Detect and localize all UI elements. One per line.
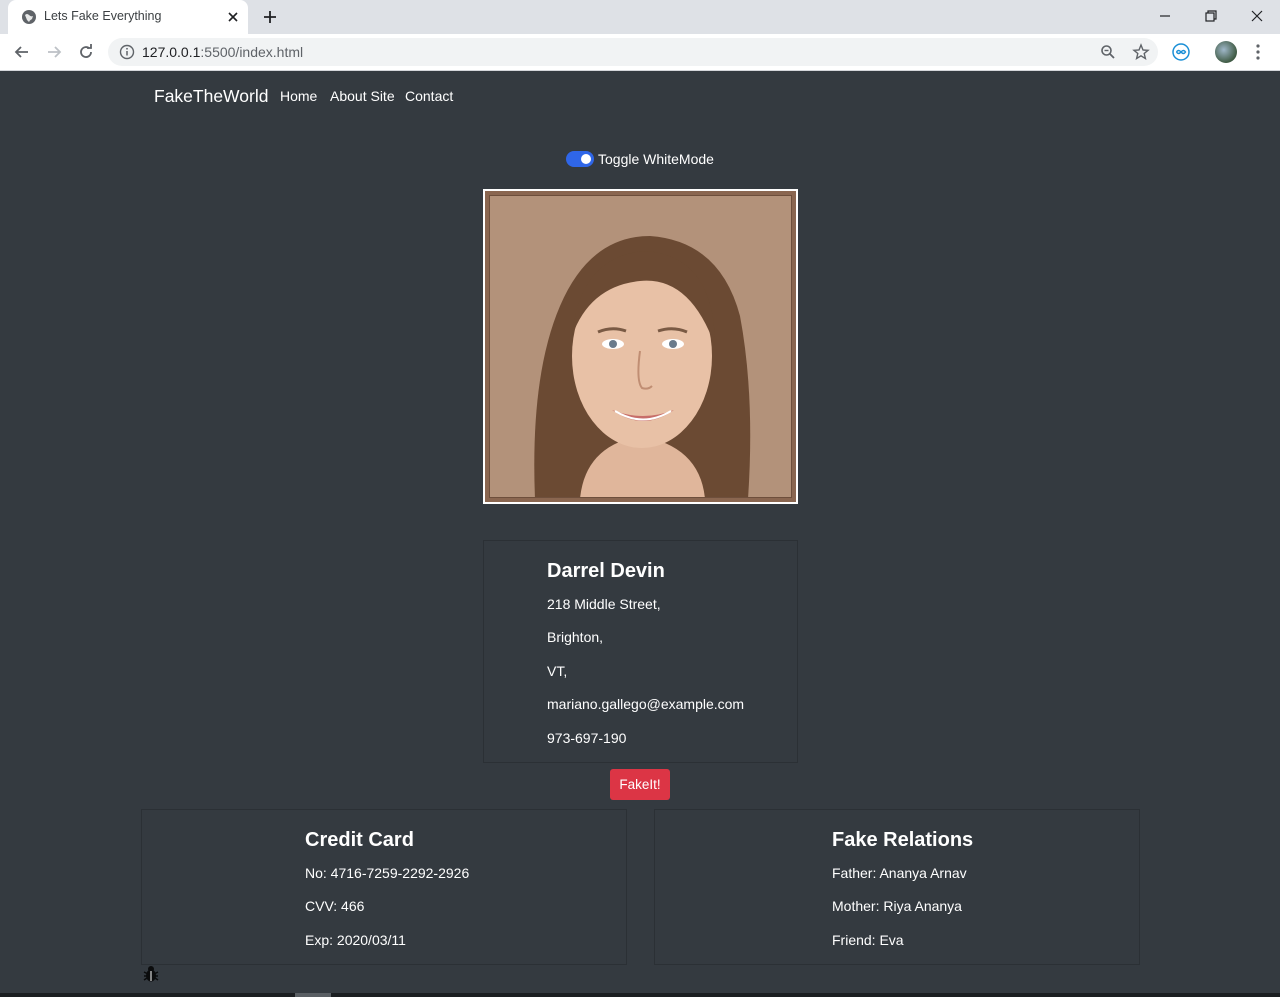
credit-card-exp: Exp: 2020/03/11 — [305, 932, 406, 948]
address-bar[interactable]: 127.0.0.1:5500/index.html — [108, 38, 1158, 66]
zoom-icon[interactable] — [1099, 43, 1117, 61]
menu-kebab-icon[interactable] — [1248, 42, 1268, 62]
forward-icon[interactable] — [44, 42, 64, 62]
globe-icon — [22, 10, 36, 24]
toggle-knob — [581, 154, 591, 164]
browser-tab-bar: Lets Fake Everything — [0, 0, 1280, 34]
profile-city: Brighton, — [547, 629, 604, 645]
profile-phone: 973-697-190 — [547, 730, 627, 746]
credit-card-card: Credit Card No: 4716-7259-2292-2926 CVV:… — [141, 809, 627, 965]
profile-avatar[interactable] — [1215, 41, 1237, 63]
navbar-brand[interactable]: FakeTheWorld — [154, 86, 268, 107]
profile-card: Darrel Devin 218 Middle Street, Brighton… — [483, 540, 798, 763]
restore-icon[interactable] — [1201, 6, 1221, 26]
credit-card-title: Credit Card — [305, 829, 414, 851]
portrait-illustration — [490, 196, 791, 497]
credit-card-number: No: 4716-7259-2292-2926 — [305, 865, 470, 881]
profile-street: 218 Middle Street, — [547, 596, 661, 612]
bookmark-star-icon[interactable] — [1132, 43, 1150, 61]
nav-link-home[interactable]: Home — [280, 88, 317, 104]
reload-icon[interactable] — [76, 42, 96, 62]
minimize-icon[interactable] — [1155, 6, 1175, 26]
close-tab-icon[interactable] — [225, 9, 241, 25]
close-window-icon[interactable] — [1247, 6, 1267, 26]
relation-father: Father: Ananya Arnav — [832, 865, 967, 881]
profile-photo-frame — [483, 189, 798, 504]
bug-icon[interactable] — [141, 964, 161, 984]
new-tab-icon[interactable] — [261, 8, 279, 26]
url-host: 127.0.0.1 — [142, 44, 201, 60]
profile-name: Darrel Devin — [547, 560, 665, 582]
profile-photo — [489, 195, 792, 498]
relations-card: Fake Relations Father: Ananya Arnav Moth… — [654, 809, 1140, 965]
relation-friend: Friend: Eva — [832, 932, 904, 948]
info-icon[interactable] — [119, 44, 135, 60]
toggle-label: Toggle WhiteMode — [598, 151, 714, 167]
url-text: 127.0.0.1:5500/index.html — [142, 44, 303, 60]
browser-tab[interactable]: Lets Fake Everything — [8, 0, 248, 34]
fakeit-button[interactable]: FakeIt! — [610, 769, 670, 800]
relation-mother: Mother: Riya Ananya — [832, 898, 962, 914]
page-content: FakeTheWorld Home About Site Contact Tog… — [0, 71, 1280, 997]
tab-title: Lets Fake Everything — [44, 9, 162, 23]
profile-state: VT, — [547, 663, 568, 679]
credit-card-cvv: CVV: 466 — [305, 898, 365, 914]
url-path: :5500/index.html — [200, 44, 304, 60]
nav-link-contact[interactable]: Contact — [405, 88, 453, 104]
relations-title: Fake Relations — [832, 829, 974, 851]
back-icon[interactable] — [12, 42, 32, 62]
extension-icon[interactable] — [1171, 42, 1191, 62]
profile-email: mariano.gallego@example.com — [547, 696, 745, 712]
bottom-scrollbar-track — [0, 993, 1280, 997]
bottom-scrollbar-thumb[interactable] — [295, 993, 331, 997]
nav-link-about[interactable]: About Site — [330, 88, 395, 104]
toggle-switch[interactable] — [566, 151, 594, 167]
browser-toolbar: 127.0.0.1:5500/index.html — [0, 34, 1280, 71]
